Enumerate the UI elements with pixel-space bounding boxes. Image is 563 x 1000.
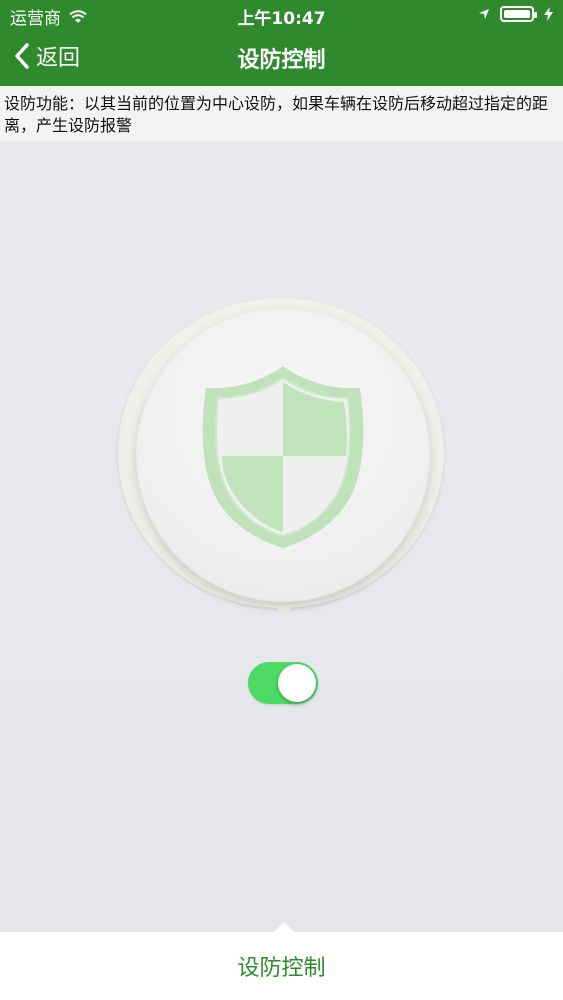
status-bar: 运营商 上午10:47 (0, 0, 563, 30)
fortify-panel (0, 142, 563, 932)
fortify-toggle[interactable] (248, 662, 318, 704)
lightning-icon (544, 7, 553, 21)
location-arrow-icon (479, 9, 489, 19)
ring-pointer (274, 604, 294, 618)
battery-icon (500, 6, 537, 22)
bottom-pointer (274, 922, 294, 932)
shield-button[interactable] (136, 308, 430, 602)
nav-bar: 返回 设防控制 (0, 30, 563, 86)
status-right (478, 6, 553, 22)
page-title: 设防控制 (237, 48, 326, 73)
fortify-control-button[interactable]: 设防控制 (0, 922, 563, 1000)
toggle-knob (278, 664, 316, 702)
top-bar: 运营商 上午10:47 返回 设防控制 (0, 0, 563, 86)
fortify-description: 设防功能：以其当前的位置为中心设防，如果车辆在设防后移动超过指定的距离，产生设防… (0, 86, 563, 142)
fortify-control-label: 设防控制 (237, 956, 326, 981)
shield-icon (202, 366, 364, 548)
